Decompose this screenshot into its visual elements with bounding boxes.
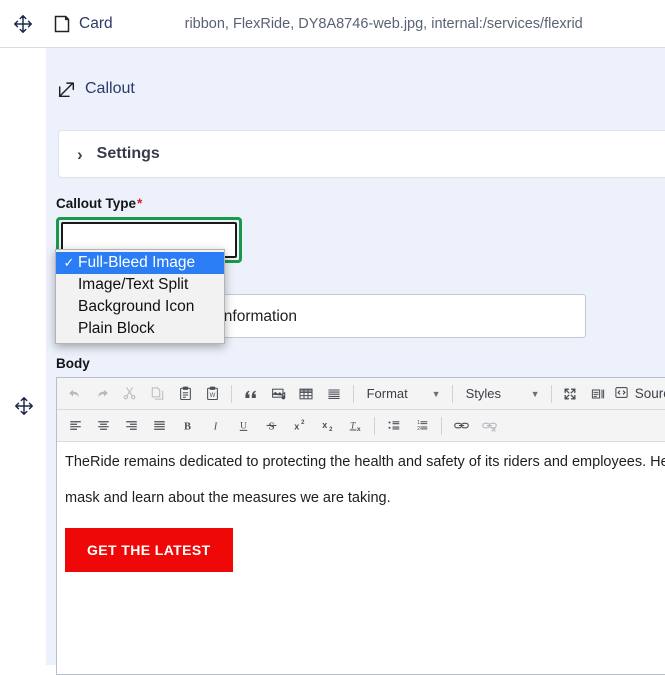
body-paragraph-line-2: mask and learn about the measures we are… <box>65 489 391 506</box>
format-dropdown-label: Format <box>366 386 408 401</box>
bulleted-list-icon[interactable] <box>380 412 408 440</box>
superscript-icon[interactable]: x2 <box>285 412 313 440</box>
chevron-right-icon: › <box>77 144 83 164</box>
callout-type-label-text: Callout Type <box>56 196 137 211</box>
toolbar-separator <box>374 416 375 435</box>
bold-icon[interactable]: B <box>173 412 201 440</box>
editor-toolbar-row-2: B I U S x2 x2 T x 1 2 <box>57 410 665 442</box>
body-field: Body W Format ▼ Styles ▼ Sour B I U S x … <box>56 356 665 675</box>
callout-header: Callout <box>58 80 135 98</box>
media-embed-icon[interactable] <box>265 380 293 408</box>
toolbar-separator <box>451 384 453 403</box>
svg-text:1: 1 <box>417 420 420 426</box>
dropdown-option-0[interactable]: ✓ Full-Bleed Image <box>56 252 224 274</box>
component-type-label: Card <box>79 14 113 32</box>
paste-icon[interactable] <box>171 380 199 408</box>
svg-text:x: x <box>322 420 327 430</box>
toolbar-separator <box>352 384 354 403</box>
editor-content-area[interactable]: TheRide remains dedicated to protecting … <box>57 442 665 674</box>
body-label: Body <box>56 356 90 371</box>
svg-text:W: W <box>210 393 216 399</box>
nested-drag-handle[interactable] <box>10 392 38 420</box>
component-header-bar: Card ribbon, FlexRide, DY8A8746-web.jpg,… <box>0 0 665 48</box>
italic-icon[interactable]: I <box>201 412 229 440</box>
external-link-icon <box>58 81 75 98</box>
dropdown-option-3[interactable]: Plain Block <box>56 318 224 340</box>
body-paragraph-line-1: TheRide remains dedicated to protecting … <box>65 454 665 470</box>
styles-dropdown[interactable]: Styles ▼ <box>458 383 546 405</box>
callout-type-field: Callout Type* ✓ Full-Bleed Image Image/T… <box>55 196 296 344</box>
svg-text:I: I <box>212 421 217 432</box>
callout-edit-panel: Callout › Settings Callout Type* ✓ Full-… <box>46 48 665 675</box>
dropdown-option-2[interactable]: Background Icon <box>56 296 224 318</box>
callout-title: Callout <box>85 80 135 97</box>
svg-text:2: 2 <box>417 426 420 432</box>
numbered-list-icon[interactable]: 12 <box>408 412 436 440</box>
settings-label: Settings <box>96 145 160 162</box>
justify-icon[interactable] <box>145 412 173 440</box>
dropdown-option-1[interactable]: Image/Text Split <box>56 274 224 296</box>
get-the-latest-button[interactable]: GET THE LATEST <box>65 527 233 572</box>
show-blocks-icon[interactable] <box>584 380 612 408</box>
undo-icon[interactable] <box>61 380 89 408</box>
toolbar-separator <box>441 416 442 435</box>
toolbar-separator <box>231 384 233 403</box>
required-marker: * <box>137 196 143 211</box>
dropdown-option-label: Plain Block <box>78 320 155 337</box>
editor-toolbar-row-1: W Format ▼ Styles ▼ Sour <box>57 378 665 410</box>
source-button[interactable]: Sourc <box>612 385 665 403</box>
toolbar-separator <box>550 384 552 403</box>
svg-text:x: x <box>294 421 299 431</box>
copy-icon[interactable] <box>144 380 172 408</box>
source-code-icon <box>614 385 629 403</box>
component-drag-handle[interactable] <box>0 13 46 35</box>
page-body: Callout › Settings Callout Type* ✓ Full-… <box>0 48 665 675</box>
svg-text:2: 2 <box>329 427 333 433</box>
callout-type-dropdown-list[interactable]: ✓ Full-Bleed Image Image/Text Split Back… <box>55 249 225 344</box>
maximize-icon[interactable] <box>557 380 585 408</box>
dropdown-option-label: Image/Text Split <box>78 276 189 293</box>
underline-icon[interactable]: U <box>229 412 257 440</box>
remove-format-icon[interactable]: Tx <box>341 412 369 440</box>
svg-text:x: x <box>357 426 361 433</box>
align-right-icon[interactable] <box>117 412 145 440</box>
svg-text:S: S <box>268 421 274 432</box>
check-icon: ✓ <box>63 255 75 270</box>
horizontal-rule-icon[interactable] <box>320 380 348 408</box>
chevron-down-icon: ▼ <box>530 388 540 399</box>
chevron-down-icon: ▼ <box>431 388 441 399</box>
subscript-icon[interactable]: x2 <box>313 412 341 440</box>
component-type: Card <box>54 15 113 33</box>
svg-text:2: 2 <box>301 420 305 426</box>
callout-type-label: Callout Type* <box>56 196 296 211</box>
redo-icon[interactable] <box>89 380 117 408</box>
unlink-icon[interactable] <box>475 412 503 440</box>
left-rail <box>0 48 46 665</box>
link-icon[interactable] <box>447 412 475 440</box>
format-dropdown[interactable]: Format ▼ <box>359 383 447 405</box>
strikethrough-icon[interactable]: S <box>257 412 285 440</box>
dropdown-option-label: Full-Bleed Image <box>78 254 196 271</box>
source-button-label: Sourc <box>634 386 665 401</box>
blockquote-icon[interactable] <box>237 380 265 408</box>
component-summary: ribbon, FlexRide, DY8A8746-web.jpg, inte… <box>184 15 583 32</box>
align-center-icon[interactable] <box>89 412 117 440</box>
cut-icon[interactable] <box>116 380 144 408</box>
table-icon[interactable] <box>292 380 320 408</box>
rich-text-editor: W Format ▼ Styles ▼ Sour B I U S x 2 x 2… <box>56 377 665 675</box>
settings-accordion[interactable]: › Settings <box>58 130 665 178</box>
styles-dropdown-label: Styles <box>465 386 501 401</box>
card-icon <box>54 15 70 33</box>
align-left-icon[interactable] <box>61 412 89 440</box>
svg-text:B: B <box>183 421 190 432</box>
paste-from-word-icon[interactable]: W <box>199 380 227 408</box>
dropdown-option-label: Background Icon <box>78 298 195 315</box>
